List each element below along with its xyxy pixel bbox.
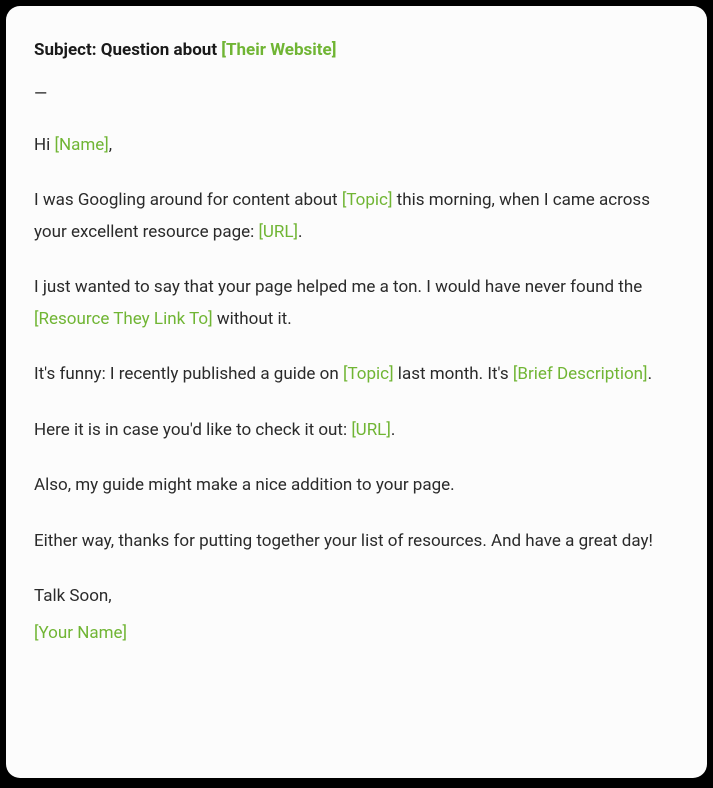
p3-text-1: It's funny: I recently published a guide… [34, 364, 343, 384]
p1-topic-placeholder: [Topic] [342, 190, 393, 210]
p2-resource-placeholder: [Resource They Link To] [34, 309, 213, 329]
paragraph-1: I was Googling around for content about … [34, 185, 679, 248]
signature-placeholder: [Your Name] [34, 623, 127, 643]
greeting-post: , [109, 135, 112, 155]
signoff: Talk Soon, [34, 581, 679, 612]
greeting-name-placeholder: [Name] [54, 135, 108, 155]
p4-text-2: . [391, 420, 395, 440]
paragraph-6: Either way, thanks for putting together … [34, 526, 679, 557]
p2-text-1: I just wanted to say that your page help… [34, 277, 642, 297]
divider: — [34, 84, 679, 104]
paragraph-3: It's funny: I recently published a guide… [34, 359, 679, 390]
p3-text-2: last month. It's [394, 364, 513, 384]
paragraph-5: Also, my guide might make a nice additio… [34, 470, 679, 501]
subject-placeholder: [Their Website] [221, 40, 336, 60]
greeting-pre: Hi [34, 135, 54, 155]
p4-text-1: Here it is in case you'd like to check i… [34, 420, 351, 440]
greeting: Hi [Name], [34, 130, 679, 161]
signature: [Your Name] [34, 618, 679, 649]
email-template-card: Subject: Question about [Their Website] … [6, 6, 707, 778]
paragraph-2: I just wanted to say that your page help… [34, 272, 679, 335]
p3-topic-placeholder: [Topic] [343, 364, 394, 384]
p2-text-2: without it. [213, 309, 292, 329]
p3-text-3: . [648, 364, 652, 384]
p4-url-placeholder: [URL] [351, 420, 391, 440]
p1-url-placeholder: [URL] [259, 222, 299, 242]
subject-line: Subject: Question about [Their Website] [34, 40, 679, 60]
p1-text-1: I was Googling around for content about [34, 190, 342, 210]
subject-label: Subject: Question about [34, 40, 221, 60]
p1-text-3: . [298, 222, 302, 242]
p3-description-placeholder: [Brief Description] [513, 364, 648, 384]
paragraph-4: Here it is in case you'd like to check i… [34, 415, 679, 446]
